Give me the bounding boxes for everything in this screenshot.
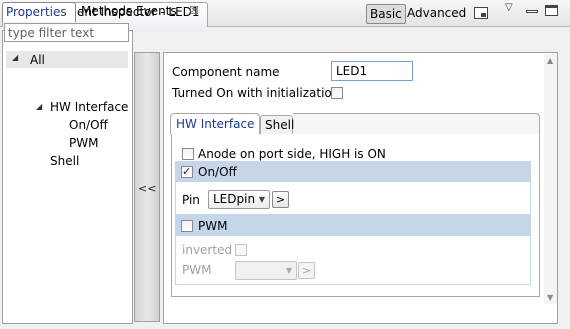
pwm-select[interactable]: ▼ [235,261,297,280]
tab-properties[interactable]: Properties [2,2,76,22]
maximize-icon[interactable] [545,5,558,16]
turned-on-checkbox[interactable] [331,87,343,99]
on-off-checkbox[interactable] [181,165,193,178]
component-name-input[interactable] [331,61,413,81]
pin-label: Pin [182,193,200,207]
dropdown-arrow-icon: ▼ [285,266,292,275]
tree-item-all[interactable] [6,51,128,68]
anode-checkbox[interactable] [182,148,194,160]
properties-panel [2,30,133,324]
expand-arrow-icon[interactable]: ◢ [36,102,42,111]
expand-arrow-icon[interactable]: ◢ [12,53,18,62]
pin-browse-button[interactable]: > [272,191,289,208]
pwm-field-label: PWM [182,263,212,277]
minimize-icon[interactable] [526,10,538,13]
collapse-button[interactable]: << [138,182,156,195]
basic-button[interactable]: Basic [366,4,406,24]
dropdown-arrow-icon: ▼ [258,195,265,204]
filter-input[interactable] [4,23,129,42]
pwm-checkbox[interactable] [181,220,193,232]
tree-item-hw-interface[interactable]: HW Interface [50,100,128,114]
anode-label: Anode on port side, HIGH is ON [198,147,386,161]
tab-events[interactable]: Events [133,2,180,22]
close-icon[interactable]: ☒ [189,4,199,17]
pin-select-value: LEDpin [213,192,256,206]
vertical-scrollbar[interactable] [544,54,557,304]
pwm-browse-button[interactable]: > [298,262,315,279]
tree-item-shell[interactable]: Shell [50,154,79,168]
pin-select[interactable]: LEDpin ▼ [208,190,270,209]
view-menu-icon[interactable]: ▽ [505,2,513,13]
tree-item-on-off[interactable]: On/Off [69,118,108,132]
pwm-group-header [176,216,530,236]
scroll-up-icon[interactable]: ▲ [547,56,553,65]
inverted-label: inverted [182,243,233,257]
pwm-label: PWM [198,219,228,233]
tab-methods[interactable]: Methods [78,2,135,22]
inverted-checkbox[interactable] [235,244,247,256]
turned-on-label: Turned On with initialization [172,86,340,100]
on-off-label: On/Off [198,165,237,179]
advanced-button[interactable]: Advanced [404,4,469,24]
scroll-down-icon[interactable]: ▼ [547,293,553,302]
tree-item-label[interactable]: All [30,53,45,67]
component-name-label: Component name [172,65,280,79]
tab-shell[interactable]: Shell [260,115,294,134]
tree-item-pwm[interactable]: PWM [69,136,98,150]
tab-hw-interface[interactable]: HW Interface [170,113,260,134]
view-mode-icon[interactable] [474,7,488,19]
tab-strip [293,113,540,134]
